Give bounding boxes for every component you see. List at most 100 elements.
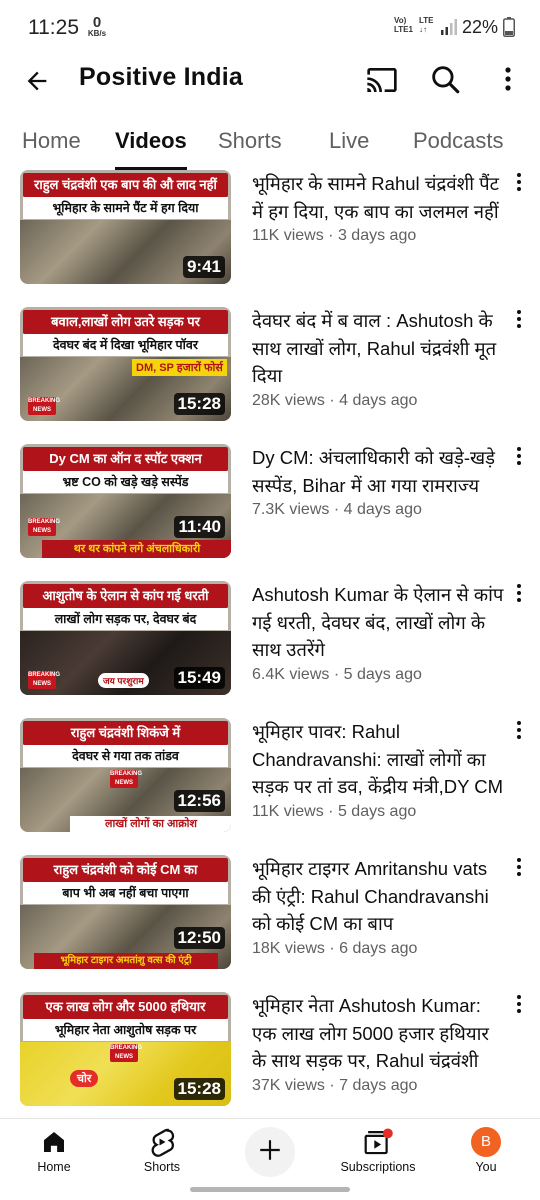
nav-shorts-label: Shorts bbox=[143, 1160, 181, 1174]
views-separator: · bbox=[329, 665, 344, 683]
thumbnail-subheadline: देवघर से गया तक तांडव bbox=[23, 745, 228, 767]
tab-shorts[interactable]: Shorts bbox=[218, 128, 282, 154]
video-title[interactable]: देवघर बंद में ब वाल : Ashutosh के साथ ला… bbox=[252, 307, 506, 390]
nav-subscriptions-label: Subscriptions bbox=[340, 1160, 416, 1174]
video-meta[interactable]: भूमिहार के सामने Rahul चंद्रवंशी पैंट मे… bbox=[252, 170, 506, 245]
video-age: 4 days ago bbox=[339, 391, 418, 409]
breaking-news-badge: BREAKING NEWS bbox=[28, 397, 61, 415]
thumbnail-overlay-text: जय परशुराम bbox=[98, 673, 149, 688]
views-separator: · bbox=[324, 1076, 340, 1094]
shorts-icon bbox=[117, 1127, 207, 1157]
video-duration: 15:28 bbox=[173, 1078, 225, 1100]
video-stats: 7.3K views · 4 days ago bbox=[252, 501, 506, 519]
video-item[interactable]: आशुतोष के ऐलान से कांप गई धरती लाखों लोग… bbox=[0, 581, 540, 709]
video-views: 28K views bbox=[252, 391, 325, 409]
video-item[interactable]: राहुल चंद्रवंशी एक बाप की औ लाद नहीं भूम… bbox=[0, 170, 540, 298]
thumbnail-headline: राहुल चंद्रवंशी शिकंजे में bbox=[23, 721, 228, 745]
video-meta[interactable]: भूमिहार टाइगर Amritanshu vats की एंट्री:… bbox=[252, 855, 506, 958]
video-title[interactable]: भूमिहार टाइगर Amritanshu vats की एंट्री:… bbox=[252, 855, 506, 938]
video-duration: 12:50 bbox=[173, 927, 225, 949]
video-item[interactable]: Dy CM का ऑन द स्पॉट एक्शन भ्रष्ट CO को ख… bbox=[0, 444, 540, 572]
thumbnail-subheadline: देवघर बंद में दिखा भूमिहार पॉवर bbox=[23, 334, 228, 356]
video-age: 3 days ago bbox=[337, 227, 417, 244]
thumbnail-subheadline: भूमिहार नेता आशुतोष सड़क पर bbox=[23, 1019, 228, 1041]
video-thumbnail[interactable]: एक लाख लोग और 5000 हथियार भूमिहार नेता आ… bbox=[20, 992, 231, 1106]
breaking-news-badge: BREAKING NEWS bbox=[110, 770, 143, 788]
tab-home[interactable]: Home bbox=[22, 128, 81, 154]
video-thumbnail[interactable]: Dy CM का ऑन द स्पॉट एक्शन भ्रष्ट CO को ख… bbox=[20, 444, 231, 558]
thumbnail-overlay-text: लाखों लोगों का आक्रोश bbox=[70, 816, 231, 832]
battery-icon bbox=[503, 17, 515, 42]
more-vert-icon[interactable] bbox=[512, 172, 526, 192]
video-age: 5 days ago bbox=[343, 665, 422, 683]
lte-label: LTE bbox=[419, 16, 434, 25]
avatar: B bbox=[441, 1127, 531, 1157]
video-meta[interactable]: Ashutosh Kumar के ऐलान से कांप गई धरती, … bbox=[252, 581, 506, 684]
video-thumbnail[interactable]: बवाल,लाखों लोग उतरे सड़क पर देवघर बंद मे… bbox=[20, 307, 231, 421]
video-item[interactable]: बवाल,लाखों लोग उतरे सड़क पर देवघर बंद मे… bbox=[0, 307, 540, 435]
create-button[interactable] bbox=[245, 1127, 295, 1177]
video-title[interactable]: भूमिहार पावर: Rahul Chandravanshi: लाखों… bbox=[252, 718, 506, 801]
tab-videos[interactable]: Videos bbox=[115, 128, 187, 154]
thumbnail-overlay-text: चोर bbox=[70, 1070, 99, 1087]
video-duration: 11:40 bbox=[174, 516, 225, 538]
nav-shorts[interactable]: Shorts bbox=[117, 1127, 207, 1174]
thumbnail-overlay-text: DM, SP हजारों फोर्स bbox=[132, 359, 227, 376]
thumbnail-headline: एक लाख लोग और 5000 हथियार bbox=[23, 995, 228, 1019]
more-vert-icon[interactable] bbox=[512, 720, 526, 740]
video-thumbnail[interactable]: राहुल चंद्रवंशी को कोई CM का बाप भी अब न… bbox=[20, 855, 231, 969]
video-duration: 12:56 bbox=[173, 790, 225, 812]
video-item[interactable]: राहुल चंद्रवंशी शिकंजे में देवघर से गया … bbox=[0, 718, 540, 846]
home-icon bbox=[9, 1127, 99, 1157]
back-arrow-icon[interactable] bbox=[20, 64, 54, 98]
video-thumbnail[interactable]: राहुल चंद्रवंशी एक बाप की औ लाद नहीं भूम… bbox=[20, 170, 231, 284]
more-vert-icon[interactable] bbox=[496, 62, 520, 101]
breaking-news-badge: BREAKING NEWS bbox=[28, 671, 61, 689]
more-vert-icon[interactable] bbox=[512, 309, 526, 329]
volte-label: Vo) bbox=[394, 16, 407, 25]
video-meta[interactable]: भूमिहार पावर: Rahul Chandravanshi: लाखों… bbox=[252, 718, 506, 821]
video-title[interactable]: Ashutosh Kumar के ऐलान से कांप गई धरती, … bbox=[252, 581, 506, 664]
video-thumbnail[interactable]: राहुल चंद्रवंशी शिकंजे में देवघर से गया … bbox=[20, 718, 231, 832]
tab-podcasts[interactable]: Podcasts bbox=[413, 128, 504, 154]
more-vert-icon[interactable] bbox=[512, 857, 526, 877]
video-item[interactable]: राहुल चंद्रवंशी को कोई CM का बाप भी अब न… bbox=[0, 855, 540, 983]
channel-title: Positive India bbox=[79, 63, 243, 91]
more-vert-icon[interactable] bbox=[512, 446, 526, 466]
video-duration: 15:49 bbox=[173, 667, 225, 689]
video-views: 6.4K views bbox=[252, 665, 330, 683]
video-list: राहुल चंद्रवंशी एक बाप की औ लाद नहीं भूम… bbox=[0, 170, 540, 1118]
more-vert-icon[interactable] bbox=[512, 994, 526, 1014]
video-title[interactable]: Dy CM: अंचलाधिकारी को खड़े-खड़े सस्पेंड,… bbox=[252, 444, 506, 499]
app-bar: Positive India bbox=[0, 56, 540, 104]
video-meta[interactable]: भूमिहार नेता Ashutosh Kumar: एक लाख लोग … bbox=[252, 992, 506, 1095]
video-stats: 11K views · 5 days ago bbox=[252, 803, 506, 821]
views-separator: · bbox=[324, 391, 340, 409]
nav-you[interactable]: B You bbox=[441, 1127, 531, 1174]
breaking-news-badge: BREAKING NEWS bbox=[110, 1044, 143, 1062]
video-title[interactable]: भूमिहार के सामने Rahul चंद्रवंशी पैंट मे… bbox=[252, 170, 506, 225]
battery-percent: 22% bbox=[462, 17, 499, 37]
video-age: 6 days ago bbox=[339, 939, 418, 957]
video-stats: 28K views · 4 days ago bbox=[252, 392, 506, 410]
video-meta[interactable]: Dy CM: अंचलाधिकारी को खड़े-खड़े सस्पेंड,… bbox=[252, 444, 506, 519]
video-title[interactable]: भूमिहार नेता Ashutosh Kumar: एक लाख लोग … bbox=[252, 992, 506, 1075]
tab-live[interactable]: Live bbox=[329, 128, 369, 154]
nav-home[interactable]: Home bbox=[9, 1127, 99, 1174]
gesture-bar[interactable] bbox=[190, 1187, 350, 1192]
video-age: 4 days ago bbox=[343, 501, 422, 518]
avatar-letter: B bbox=[471, 1127, 501, 1157]
video-meta[interactable]: देवघर बंद में ब वाल : Ashutosh के साथ ला… bbox=[252, 307, 506, 410]
cast-icon[interactable] bbox=[366, 64, 398, 101]
thumbnail-overlay-text: थर थर कांपने लगे अंचलाधिकारी bbox=[42, 540, 231, 558]
video-views: 37K views bbox=[252, 1076, 325, 1094]
video-duration: 15:28 bbox=[173, 393, 225, 415]
lte1-label: LTE1 bbox=[394, 25, 413, 35]
views-separator: · bbox=[324, 939, 340, 957]
more-vert-icon[interactable] bbox=[512, 583, 526, 603]
video-item[interactable]: एक लाख लोग और 5000 हथियार भूमिहार नेता आ… bbox=[0, 992, 540, 1118]
nav-subscriptions[interactable]: Subscriptions bbox=[333, 1127, 423, 1174]
search-icon[interactable] bbox=[428, 62, 462, 101]
video-thumbnail[interactable]: आशुतोष के ऐलान से कांप गई धरती लाखों लोग… bbox=[20, 581, 231, 695]
status-time: 11:25 bbox=[28, 16, 79, 39]
